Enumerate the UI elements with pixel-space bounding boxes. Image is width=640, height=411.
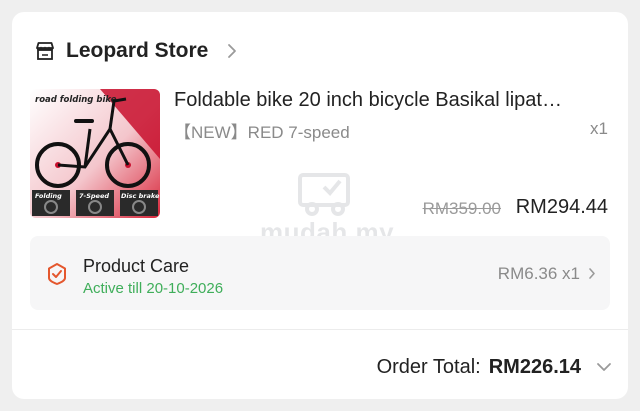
order-card: Leopard Store road folding bike Folding …: [12, 12, 628, 399]
thumbnail-caption: road folding bike: [35, 95, 117, 105]
product-care-row[interactable]: Product Care Active till 20-10-2026 RM6.…: [30, 236, 610, 310]
product-price: RM294.44: [515, 196, 608, 218]
badge-speed: 7-Speed: [79, 192, 109, 200]
badge-folding: Folding: [35, 192, 62, 200]
order-total-label: Order Total:: [376, 355, 481, 378]
order-total-row: Order Total: RM226.14: [377, 355, 612, 379]
store-name: Leopard Store: [66, 39, 209, 62]
product-quantity: x1: [590, 119, 608, 138]
product-care-status: Active till 20-10-2026: [83, 280, 224, 297]
chevron-right-icon: [589, 268, 595, 279]
order-total-value: RM226.14: [488, 355, 581, 378]
product-care-title: Product Care: [83, 256, 190, 276]
product-care-price: RM6.36 x1: [497, 264, 580, 283]
store-icon: [36, 42, 54, 60]
product-variant: 【NEW】RED 7-speed: [174, 123, 350, 142]
store-link[interactable]: Leopard Store: [34, 38, 238, 64]
badge-disc-brake: Disc brake: [121, 192, 160, 200]
chevron-right-icon: [228, 44, 237, 58]
watermark-truck-icon: [298, 173, 350, 216]
watermark: mudah.my: [260, 167, 394, 247]
divider: [12, 329, 628, 330]
product-thumbnail[interactable]: road folding bike Folding 7-Speed Disc b…: [30, 89, 160, 218]
product-title[interactable]: Foldable bike 20 inch bicycle Basikal li…: [174, 89, 614, 112]
shield-check-icon: [48, 263, 66, 285]
chevron-down-icon[interactable]: [596, 362, 612, 372]
original-price: RM359.00: [422, 199, 501, 218]
